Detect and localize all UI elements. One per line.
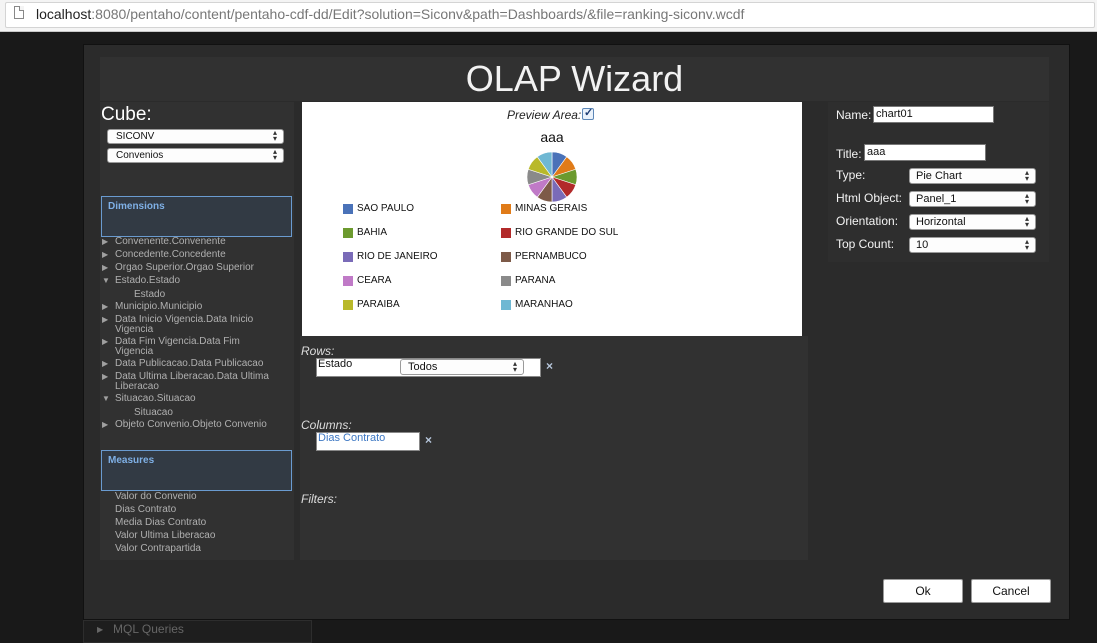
legend-swatch <box>343 252 353 262</box>
legend-swatch <box>501 300 511 310</box>
expand-triangle-icon[interactable]: ▶ <box>102 359 108 369</box>
expand-triangle-icon[interactable]: ▶ <box>102 302 108 312</box>
legend-label: PERNAMBUCO <box>515 251 587 262</box>
legend-label: MARANHAO <box>515 299 573 310</box>
catalog-select[interactable]: Convenios ▴ ▾ <box>107 148 284 163</box>
measure-item[interactable]: Valor Ultima Liberacao <box>115 530 215 541</box>
select-arrows-icon: ▴ ▾ <box>272 147 277 162</box>
collapse-triangle-icon[interactable]: ▼ <box>102 394 110 404</box>
cube-label: Cube: <box>101 104 152 125</box>
measure-item[interactable]: Valor Contrapartida <box>115 543 201 554</box>
measure-item[interactable]: Dias Contrato <box>115 504 176 515</box>
orientation-select[interactable]: Horizontal ▴ ▾ <box>909 214 1036 230</box>
select-arrows-icon: ▴ ▾ <box>1024 214 1029 229</box>
legend-swatch <box>501 276 511 286</box>
dimension-item[interactable]: ▶ Data Fim Vigencia.Data Fim Vigencia <box>102 337 255 357</box>
rows-filter-value: Todos <box>408 361 438 373</box>
legend-swatch <box>501 252 511 262</box>
html-object-label: Html Object: <box>836 191 903 205</box>
collapse-triangle-icon[interactable]: ▼ <box>102 276 110 286</box>
name-input[interactable]: chart01 <box>873 106 994 123</box>
orientation-label: Orientation: <box>836 214 899 228</box>
ok-button[interactable]: Ok <box>883 579 963 603</box>
dimension-level[interactable]: Estado <box>134 289 165 300</box>
url-path: :8080/pentaho/content/pentaho-cdf-dd/Edi… <box>91 6 745 22</box>
preview-label: Preview Area: <box>507 108 582 122</box>
checkmark-icon: ✓ <box>584 107 594 119</box>
dialog-title: OLAP Wizard <box>465 58 684 99</box>
url-host: localhost <box>36 6 92 22</box>
dimension-item[interactable]: ▶ Objeto Convenio.Objeto Convenio <box>102 420 267 430</box>
title-label: Title: <box>836 147 862 161</box>
remove-row-icon[interactable]: × <box>546 359 553 373</box>
remove-column-icon[interactable]: × <box>425 433 432 447</box>
legend-label: BAHIA <box>357 227 388 238</box>
top-count-select[interactable]: 10 ▴ ▾ <box>909 237 1036 253</box>
filters-label: Filters: <box>301 492 337 506</box>
rows-field[interactable]: Estado <box>318 358 352 370</box>
expand-triangle-icon[interactable]: ▶ <box>102 372 108 382</box>
chart-title: aaa <box>540 129 564 145</box>
legend-label: RIO DE JANEIRO <box>357 251 438 262</box>
dimension-item[interactable]: ▶ Municipio.Municipio <box>102 302 202 312</box>
legend-label: CEARA <box>357 275 392 286</box>
columns-field[interactable]: Dias Contrato <box>318 432 385 444</box>
expand-triangle-icon[interactable]: ▶ <box>102 237 108 247</box>
dimension-item[interactable]: ▶ Concedente.Concedente <box>102 250 226 260</box>
pie-chart <box>526 151 578 203</box>
legend-swatch <box>343 276 353 286</box>
select-arrows-icon: ▴ ▾ <box>1024 168 1029 183</box>
legend-label: PARAIBA <box>357 299 400 310</box>
legend-swatch <box>501 204 511 214</box>
dimension-item[interactable]: ▼ Situacao.Situacao <box>102 394 196 404</box>
dimension-item[interactable]: ▶ Data Ultima Liberacao.Data Ultima Liber… <box>102 372 275 392</box>
expand-triangle-icon[interactable]: ▶ <box>102 315 108 325</box>
expand-triangle-icon[interactable]: ▶ <box>102 337 108 347</box>
cube-select[interactable]: SICONV ▴ ▾ <box>107 129 284 144</box>
catalog-select-value: Convenios <box>116 150 164 161</box>
legend-swatch <box>501 228 511 238</box>
expand-triangle-icon[interactable]: ▶ <box>102 263 108 273</box>
dimension-item[interactable]: ▶ Orgao Superior.Orgao Superior <box>102 263 254 273</box>
measure-item[interactable]: Media Dias Contrato <box>115 517 206 528</box>
expand-triangle-icon[interactable]: ▶ <box>102 250 108 260</box>
expand-triangle-icon[interactable]: ▶ <box>97 625 103 634</box>
legend-swatch <box>343 300 353 310</box>
rows-label: Rows: <box>301 344 335 358</box>
select-arrows-icon: ▴ ▾ <box>1024 237 1029 252</box>
html-object-select[interactable]: Panel_1 ▴ ▾ <box>909 191 1036 207</box>
select-arrows-icon: ▴ ▾ <box>1024 191 1029 206</box>
type-select[interactable]: Pie Chart ▴ ▾ <box>909 168 1036 184</box>
legend-label: SAO PAULO <box>357 203 415 214</box>
top-count-label: Top Count: <box>836 237 895 251</box>
select-arrows-icon: ▴ ▾ <box>512 359 517 374</box>
name-label: Name: <box>836 108 872 122</box>
legend-label: PARANA <box>515 275 556 286</box>
select-arrows-icon: ▴ ▾ <box>272 128 277 143</box>
legend-label: RIO GRANDE DO SUL <box>515 227 619 238</box>
columns-label: Columns: <box>301 418 352 432</box>
expand-triangle-icon[interactable]: ▶ <box>102 420 108 430</box>
legend-swatch <box>343 204 353 214</box>
page-icon <box>14 6 24 19</box>
dimensions-dropzone[interactable]: Dimensions <box>101 196 292 237</box>
dimension-level[interactable]: Situacao <box>134 407 173 418</box>
measure-item[interactable]: Valor do Convenio <box>115 491 197 502</box>
mql-queries-label: MQL Queries <box>113 622 184 636</box>
cancel-button[interactable]: Cancel <box>971 579 1051 603</box>
legend-swatch <box>343 228 353 238</box>
dimension-item[interactable]: ▶ Convenente.Convenente <box>102 237 226 247</box>
cube-select-value: SICONV <box>116 131 155 142</box>
legend-label: MINAS GERAIS <box>515 203 588 214</box>
type-label: Type: <box>836 168 866 182</box>
title-input[interactable]: aaa <box>864 144 986 161</box>
rows-filter-select[interactable]: Todos ▴ ▾ <box>400 359 524 375</box>
dimension-item[interactable]: ▶ Data Inicio Vigencia.Data Inicio Vigenc… <box>102 315 280 335</box>
measures-header: Measures <box>108 455 155 466</box>
measures-dropzone[interactable]: Measures <box>101 450 292 491</box>
url-text[interactable]: localhost:8080/pentaho/content/pentaho-c… <box>36 6 744 22</box>
dimension-item[interactable]: ▼ Estado.Estado <box>102 276 180 286</box>
dimension-item[interactable]: ▶ Data Publicacao.Data Publicacao <box>102 359 263 369</box>
dimensions-header: Dimensions <box>108 201 165 212</box>
